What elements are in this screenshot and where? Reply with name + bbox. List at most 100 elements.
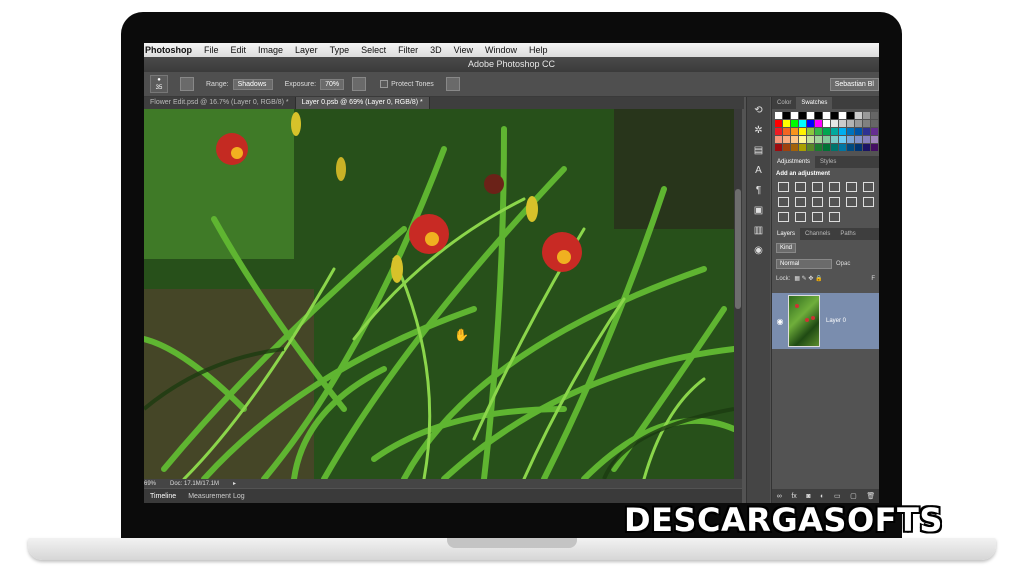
swatch[interactable] (855, 136, 862, 143)
swatch[interactable] (799, 136, 806, 143)
swatch[interactable] (831, 136, 838, 143)
swatch[interactable] (799, 144, 806, 151)
layer-comps-icon[interactable]: ▥ (752, 225, 766, 237)
notes-icon[interactable]: ▣ (752, 205, 766, 217)
swatch[interactable] (871, 120, 878, 127)
tab-adjustments[interactable]: Adjustments (772, 156, 816, 168)
menu-file[interactable]: File (198, 45, 225, 55)
swatch[interactable] (855, 112, 862, 119)
swatch[interactable] (823, 112, 830, 119)
swatch[interactable] (807, 120, 814, 127)
range-select[interactable]: Shadows (232, 78, 273, 90)
tab-flower-edit[interactable]: Flower Edit.psd @ 16.7% (Layer 0, RGB/8)… (144, 97, 296, 109)
menu-select[interactable]: Select (355, 45, 392, 55)
swatch[interactable] (855, 128, 862, 135)
tab-channels[interactable]: Channels (800, 228, 835, 240)
swatch[interactable] (799, 112, 806, 119)
properties-icon[interactable]: ✲ (752, 125, 766, 137)
color-balance-icon[interactable] (778, 197, 789, 207)
menu-type[interactable]: Type (324, 45, 356, 55)
swatch[interactable] (863, 120, 870, 127)
status-menu-arrow-icon[interactable]: ▸ (233, 480, 236, 487)
swatches-grid[interactable] (772, 109, 879, 154)
swatch[interactable] (855, 144, 862, 151)
tab-paths[interactable]: Paths (835, 228, 860, 240)
swatch[interactable] (807, 112, 814, 119)
swatch[interactable] (783, 136, 790, 143)
tab-color[interactable]: Color (772, 97, 796, 109)
airbrush-icon[interactable] (352, 77, 367, 91)
info-icon[interactable]: ◉ (752, 245, 766, 257)
swatch[interactable] (807, 128, 814, 135)
swatch[interactable] (775, 112, 782, 119)
swatch[interactable] (847, 136, 854, 143)
canvas-vertical-scrollbar[interactable] (734, 109, 742, 479)
swatch[interactable] (815, 112, 822, 119)
swatch[interactable] (823, 136, 830, 143)
swatch[interactable] (815, 120, 822, 127)
tab-layer-0[interactable]: Layer 0.psb @ 69% (Layer 0, RGB/8) * (295, 97, 430, 109)
swatch[interactable] (847, 128, 854, 135)
menu-image[interactable]: Image (252, 45, 289, 55)
levels-icon[interactable] (795, 182, 806, 192)
swatch[interactable] (839, 112, 846, 119)
menu-3d[interactable]: 3D (424, 45, 448, 55)
lock-icons[interactable]: ▦ ✎ ✥ 🔒 (794, 275, 822, 282)
swatch[interactable] (815, 128, 822, 135)
swatch[interactable] (871, 144, 878, 151)
swatch[interactable] (783, 128, 790, 135)
paragraph-icon[interactable]: ¶ (752, 185, 766, 197)
swatch[interactable] (871, 112, 878, 119)
app-menu[interactable]: Photoshop (144, 45, 198, 55)
layer-row[interactable]: ◉ Layer 0 (772, 293, 879, 349)
menu-edit[interactable]: Edit (225, 45, 253, 55)
swatch[interactable] (855, 120, 862, 127)
vibrance-icon[interactable] (846, 182, 857, 192)
menu-filter[interactable]: Filter (392, 45, 424, 55)
swatch[interactable] (775, 120, 782, 127)
swatch[interactable] (791, 136, 798, 143)
curves-icon[interactable] (812, 182, 823, 192)
swatch[interactable] (831, 112, 838, 119)
menu-help[interactable]: Help (523, 45, 554, 55)
swatch[interactable] (791, 120, 798, 127)
tool-preset-picker[interactable]: ● 35 (150, 75, 168, 93)
menu-layer[interactable]: Layer (289, 45, 324, 55)
swatch[interactable] (839, 136, 846, 143)
swatch[interactable] (847, 144, 854, 151)
history-icon[interactable]: ⟲ (752, 105, 766, 117)
histogram-icon[interactable]: ▤ (752, 145, 766, 157)
tab-timeline[interactable]: Timeline (144, 493, 182, 500)
menu-view[interactable]: View (448, 45, 479, 55)
swatch[interactable] (871, 136, 878, 143)
workspace-switcher[interactable]: Sebastian Bl (829, 77, 879, 91)
swatch[interactable] (815, 144, 822, 151)
swatch[interactable] (775, 136, 782, 143)
swatch[interactable] (791, 144, 798, 151)
swatch[interactable] (791, 112, 798, 119)
blend-mode-select[interactable]: Normal (776, 259, 832, 269)
swatch[interactable] (823, 144, 830, 151)
zoom-level[interactable]: 69% (144, 481, 156, 487)
selective-color-icon[interactable] (829, 212, 840, 222)
kind-filter-select[interactable]: Kind (776, 243, 797, 253)
swatch[interactable] (831, 144, 838, 151)
swatch[interactable] (863, 136, 870, 143)
swatch[interactable] (863, 144, 870, 151)
posterize-icon[interactable] (778, 212, 789, 222)
exposure-icon[interactable] (829, 182, 840, 192)
swatch[interactable] (831, 128, 838, 135)
gradient-map-icon[interactable] (812, 212, 823, 222)
swatch[interactable] (775, 144, 782, 151)
photo-filter-icon[interactable] (812, 197, 823, 207)
swatch[interactable] (807, 144, 814, 151)
swatch[interactable] (815, 136, 822, 143)
swatch[interactable] (863, 112, 870, 119)
swatch[interactable] (791, 128, 798, 135)
tab-measurement-log[interactable]: Measurement Log (182, 493, 250, 500)
tab-swatches[interactable]: Swatches (796, 97, 833, 109)
threshold-icon[interactable] (795, 212, 806, 222)
hue-saturation-icon[interactable] (863, 182, 874, 192)
swatch[interactable] (823, 120, 830, 127)
character-icon[interactable]: A (752, 165, 766, 177)
